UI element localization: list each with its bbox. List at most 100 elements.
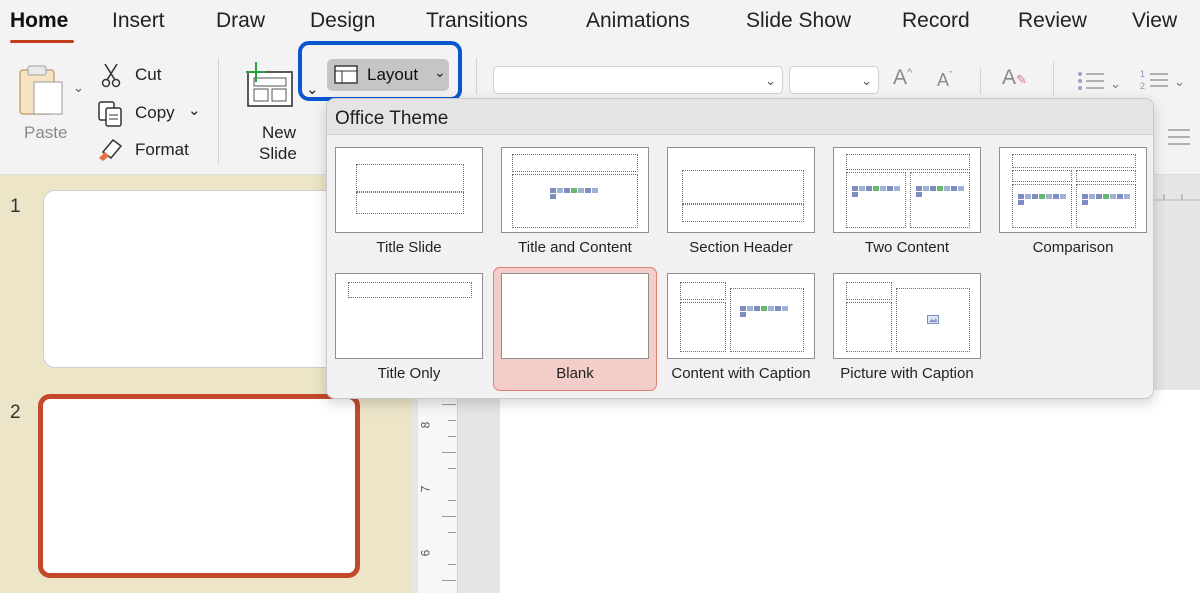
content-placeholder <box>730 288 804 352</box>
active-tab-underline <box>10 40 74 43</box>
ruler-label: 7 <box>418 485 433 493</box>
tab-view[interactable]: View <box>1132 9 1177 33</box>
ruler-tick <box>448 500 456 501</box>
ruler-tick <box>448 532 456 533</box>
layout-blank[interactable]: Blank <box>493 267 657 391</box>
heading-placeholder <box>1012 170 1072 182</box>
content-placeholder <box>1012 184 1072 228</box>
tab-transitions[interactable]: Transitions <box>426 9 528 33</box>
svg-text:⌄: ⌄ <box>1110 76 1121 91</box>
content-icons <box>740 306 792 317</box>
new-slide-icon[interactable] <box>240 60 296 110</box>
paste-label[interactable]: Paste <box>24 123 67 143</box>
font-name-select[interactable]: ⌄ <box>493 66 783 94</box>
font-size-select[interactable]: ⌄ <box>789 66 879 94</box>
layout-label: Title and Content <box>518 239 632 256</box>
tab-insert[interactable]: Insert <box>112 9 165 33</box>
slide-canvas[interactable] <box>500 390 1200 593</box>
tab-animations[interactable]: Animations <box>586 9 690 33</box>
ribbon-divider <box>476 58 477 94</box>
paste-icon[interactable] <box>14 64 70 118</box>
title-placeholder <box>512 154 638 172</box>
font-size-chevron-down-icon: ⌄ <box>861 73 872 88</box>
layout-content-with-caption[interactable]: Content with Caption <box>659 269 823 393</box>
layout-picture-with-caption[interactable]: Picture with Caption <box>825 269 989 393</box>
layout-label: Title Only <box>377 365 441 382</box>
ruler-tick <box>448 468 456 469</box>
copy-icon[interactable] <box>97 100 125 128</box>
layout-label: Title Slide <box>376 239 442 256</box>
layout-label: Two Content <box>864 239 950 256</box>
layout-preview <box>667 147 815 233</box>
text-placeholder <box>680 302 726 352</box>
layout-label: Comparison <box>1032 239 1114 256</box>
title-placeholder <box>846 154 970 170</box>
content-placeholder <box>846 172 906 228</box>
tab-review[interactable]: Review <box>1018 9 1087 33</box>
new-slide-label-2[interactable]: Slide <box>259 144 297 164</box>
layout-preview <box>667 273 815 359</box>
slide-number: 1 <box>10 196 21 217</box>
layout-two-content[interactable]: Two Content <box>825 141 989 265</box>
subtitle-placeholder <box>356 192 464 214</box>
ruler-label: 8 <box>418 421 433 429</box>
layout-section-header[interactable]: Section Header <box>659 141 823 265</box>
slide-thumbnail-1[interactable] <box>43 190 363 368</box>
layout-label: Section Header <box>689 239 793 256</box>
layout-title-only[interactable]: Title Only <box>327 269 491 393</box>
tab-home[interactable]: Home <box>10 9 68 33</box>
scissors-icon[interactable] <box>99 62 123 88</box>
cut-button[interactable]: Cut <box>135 65 161 85</box>
ruler-tick <box>442 580 456 581</box>
tab-draw[interactable]: Draw <box>216 9 265 33</box>
layout-preview <box>999 147 1147 233</box>
decrease-font-size-icon[interactable]: Aˇ <box>937 70 953 91</box>
ribbon-divider <box>218 58 219 164</box>
numbering-icon[interactable]: 1 2 ⌄ <box>1140 68 1196 92</box>
layout-title-slide[interactable]: Title Slide <box>327 141 491 265</box>
copy-button[interactable]: Copy <box>135 103 175 123</box>
layout-preview <box>335 273 483 359</box>
content-placeholder <box>910 172 970 228</box>
tab-slide-show[interactable]: Slide Show <box>746 9 851 33</box>
layout-preview <box>833 273 981 359</box>
bullets-icon[interactable]: ⌄ <box>1076 70 1124 92</box>
ribbon-divider <box>1053 62 1054 96</box>
text-placeholder <box>682 204 804 222</box>
format-painter-button[interactable]: Format <box>135 140 189 160</box>
increase-font-size-icon[interactable]: A^ <box>893 66 912 90</box>
slide-number: 2 <box>10 402 21 423</box>
layout-preview <box>501 147 649 233</box>
format-painter-icon[interactable] <box>97 136 127 162</box>
slide-thumbnail-2[interactable] <box>38 394 360 578</box>
tab-record[interactable]: Record <box>902 9 970 33</box>
layout-title-and-content[interactable]: Title and Content <box>493 141 657 265</box>
copy-chevron-down-icon[interactable]: ⌄ <box>188 101 201 119</box>
content-placeholder <box>512 174 638 228</box>
ribbon-tabs: Home Insert Draw Design Transitions Anim… <box>0 0 1200 48</box>
layout-label: Picture with Caption <box>840 365 974 382</box>
content-icons <box>1018 194 1068 205</box>
title-placeholder <box>348 282 472 298</box>
tab-design[interactable]: Design <box>310 9 375 33</box>
content-placeholder <box>1076 184 1136 228</box>
title-placeholder <box>682 170 804 204</box>
layout-preview <box>501 273 649 359</box>
justify-text-icon[interactable] <box>1166 126 1192 150</box>
ruler-tick <box>442 452 456 453</box>
heading-placeholder <box>1076 170 1136 182</box>
ruler-tick <box>448 564 456 565</box>
ruler-tick <box>442 404 456 405</box>
content-icons <box>852 186 902 197</box>
svg-text:⌄: ⌄ <box>1174 74 1185 89</box>
paste-chevron-down-icon[interactable]: ⌄ <box>73 80 84 96</box>
layout-comparison[interactable]: Comparison <box>991 141 1153 265</box>
clear-formatting-icon[interactable]: A✎ <box>1002 66 1027 90</box>
layout-preview <box>833 147 981 233</box>
gallery-header: Office Theme <box>327 99 1153 135</box>
content-icons <box>916 186 966 197</box>
ribbon-divider <box>980 68 981 94</box>
svg-text:1: 1 <box>1140 69 1145 79</box>
content-icons <box>550 188 602 199</box>
new-slide-label-1[interactable]: New <box>262 123 296 143</box>
